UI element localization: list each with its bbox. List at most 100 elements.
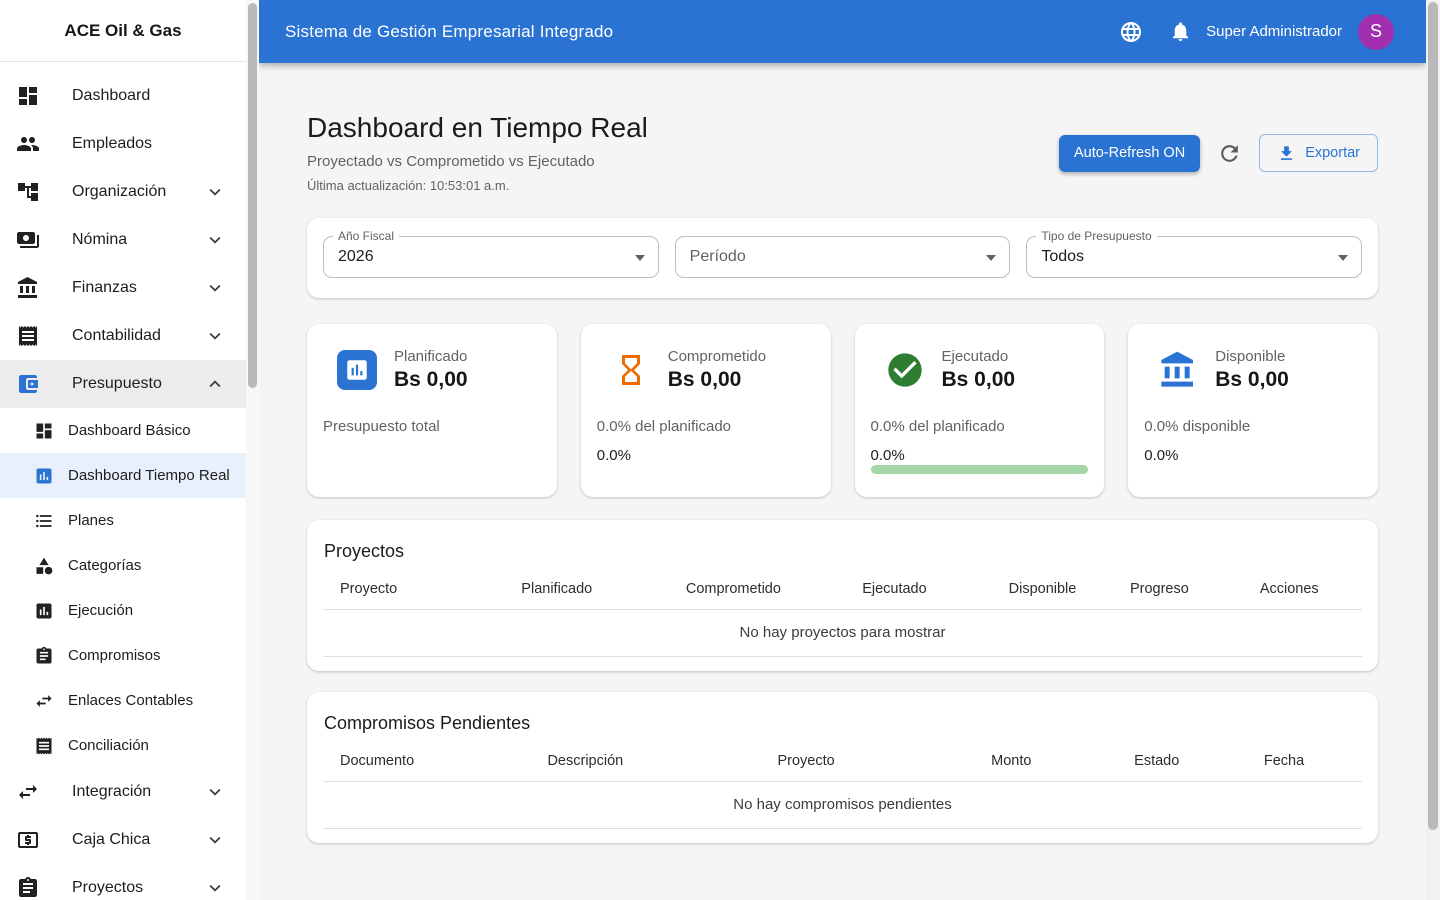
- org-tree-icon: [16, 180, 40, 204]
- bell-icon[interactable]: [1169, 20, 1192, 43]
- clipboard-icon: [16, 876, 40, 900]
- sidebar-subitem-planes[interactable]: Planes: [0, 498, 246, 543]
- sidebar-item-label: Proyectos: [72, 879, 144, 896]
- stat-description: 0.0% del planificado: [870, 418, 1005, 435]
- sidebar-item-contabilidad[interactable]: Contabilidad: [0, 312, 246, 360]
- sidebar-item-dashboard[interactable]: Dashboard: [0, 72, 246, 120]
- sidebar-item-integracion[interactable]: Integración: [0, 768, 246, 816]
- stat-title: Ejecutado: [941, 348, 1009, 365]
- bank-icon: [1158, 350, 1198, 390]
- progress-bar: [870, 465, 1089, 474]
- empty-message: No hay compromisos pendientes: [323, 781, 1362, 829]
- sidebar-item-label: Contabilidad: [72, 327, 161, 344]
- sidebar-subitem-ejecucion[interactable]: Ejecución: [0, 588, 246, 633]
- column-header-progreso: Progreso: [1102, 570, 1217, 610]
- sidebar-item-label: Integración: [72, 783, 152, 800]
- export-button[interactable]: Exportar: [1259, 134, 1378, 172]
- stat-cards-row: Planificado Bs 0,00 Presupuesto total Compr…: [307, 324, 1378, 497]
- user-name: Super Administrador: [1206, 23, 1342, 40]
- sidebar-item-empleados[interactable]: Empleados: [0, 120, 246, 168]
- stat-description: Presupuesto total: [323, 418, 440, 435]
- sidebar-item-label: Caja Chica: [72, 831, 151, 848]
- filters-card: Año Fiscal 2026 Período Tipo de Presupuesto…: [307, 218, 1378, 298]
- bar-chart-icon: [337, 350, 377, 390]
- sidebar-item-caja-chica[interactable]: Caja Chica: [0, 816, 246, 864]
- page-subtitle: Proyectado vs Comprometido vs Ejecutado: [307, 153, 595, 170]
- chevron-down-icon: [204, 877, 226, 899]
- column-header-proyecto: Proyecto: [697, 742, 916, 782]
- stat-title: Disponible: [1215, 348, 1286, 365]
- commitments-card: Compromisos Pendientes Documento Descripc…: [307, 692, 1378, 843]
- refresh-icon: [1217, 141, 1242, 166]
- sidebar-subitem-categorias[interactable]: Categorías: [0, 543, 246, 588]
- download-icon: [1277, 144, 1296, 163]
- column-header-ejecutado: Ejecutado: [806, 570, 983, 610]
- sidebar-scrollbar-thumb[interactable]: [248, 3, 257, 388]
- refresh-button[interactable]: [1217, 141, 1242, 166]
- sidebar: ACE Oil & Gas Dashboard Empleados Organiza…: [0, 0, 259, 900]
- chevron-up-icon: [204, 373, 226, 395]
- sidebar-subitem-label: Ejecución: [68, 602, 134, 619]
- stat-title: Comprometido: [667, 348, 767, 365]
- column-header-comprometido: Comprometido: [660, 570, 807, 610]
- select-value: Todos: [1041, 248, 1085, 265]
- globe-icon[interactable]: [1119, 20, 1143, 44]
- sidebar-scrollbar[interactable]: [246, 0, 259, 900]
- sidebar-item-nomina[interactable]: Nómina: [0, 216, 246, 264]
- empty-row: No hay proyectos para mostrar: [323, 609, 1362, 657]
- topbar: Sistema de Gestión Empresarial Integrado…: [259, 0, 1426, 63]
- sidebar-item-label: Empleados: [72, 135, 153, 152]
- payments-icon: [16, 228, 40, 252]
- dashboard-icon: [16, 84, 40, 108]
- bank-icon: [16, 276, 40, 300]
- sidebar-subitem-dashboard-basico[interactable]: Dashboard Básico: [0, 408, 246, 453]
- column-header-estado: Estado: [1107, 742, 1207, 782]
- stat-value: Bs 0,00: [394, 368, 468, 391]
- column-header-proyecto: Proyecto: [323, 570, 453, 610]
- sidebar-subitem-label: Categorías: [68, 557, 142, 574]
- select-periodo[interactable]: Período: [674, 236, 1011, 278]
- sidebar-subitem-label: Dashboard Tiempo Real: [68, 467, 230, 484]
- export-button-label: Exportar: [1305, 145, 1360, 161]
- category-icon: [34, 556, 54, 576]
- page-title: Dashboard en Tiempo Real: [307, 112, 648, 143]
- column-header-disponible: Disponible: [982, 570, 1103, 610]
- empty-row: No hay compromisos pendientes: [323, 781, 1362, 829]
- bar-chart-icon: [34, 601, 54, 621]
- sidebar-subitem-label: Compromisos: [68, 647, 161, 664]
- sidebar-subitem-dashboard-tiempo-real[interactable]: Dashboard Tiempo Real: [0, 453, 246, 498]
- page-scrollbar[interactable]: [1426, 0, 1440, 900]
- dropdown-arrow-icon: [986, 255, 997, 261]
- sidebar-subitem-label: Planes: [68, 512, 114, 529]
- dropdown-arrow-icon: [634, 255, 645, 261]
- swap-icon: [34, 691, 54, 711]
- sidebar-subitem-compromisos[interactable]: Compromisos: [0, 633, 246, 678]
- projects-table-title: Proyectos: [324, 541, 405, 561]
- projects-card: Proyectos Proyecto Planificado Comprometid…: [307, 520, 1378, 671]
- sidebar-item-finanzas[interactable]: Finanzas: [0, 264, 246, 312]
- stat-description: 0.0% disponible: [1144, 418, 1251, 435]
- chevron-down-icon: [204, 229, 226, 251]
- sidebar-item-organizacion[interactable]: Organización: [0, 168, 246, 216]
- sidebar-item-proyectos[interactable]: Proyectos: [0, 864, 246, 900]
- sidebar-subitem-enlaces-contables[interactable]: Enlaces Contables: [0, 678, 246, 723]
- chevron-down-icon: [204, 277, 226, 299]
- last-update-text: Última actualización: 10:53:01 a.m.: [307, 178, 510, 193]
- check-circle-icon: [885, 350, 925, 390]
- select-tipo-de-presupuesto[interactable]: Tipo de Presupuesto Todos: [1026, 229, 1363, 278]
- wallet-icon: [16, 372, 40, 396]
- chevron-down-icon: [204, 781, 226, 803]
- sidebar-subitem-label: Dashboard Básico: [68, 422, 191, 439]
- stat-value: Bs 0,00: [941, 368, 1016, 391]
- stat-description: 0.0% del planificado: [596, 418, 732, 435]
- page-scrollbar-thumb[interactable]: [1428, 2, 1438, 830]
- avatar[interactable]: S: [1358, 13, 1394, 50]
- hourglass-icon: [611, 350, 651, 390]
- column-header-planificado: Planificado: [452, 570, 661, 610]
- sidebar-subitem-conciliacion[interactable]: Conciliación: [0, 723, 246, 768]
- select-ano-fiscal[interactable]: Año Fiscal 2026: [323, 229, 659, 278]
- sidebar-item-label: Dashboard: [72, 87, 151, 104]
- column-header-fecha: Fecha: [1206, 742, 1362, 782]
- sidebar-item-presupuesto[interactable]: Presupuesto: [0, 360, 246, 408]
- auto-refresh-button[interactable]: Auto-Refresh ON: [1058, 134, 1201, 172]
